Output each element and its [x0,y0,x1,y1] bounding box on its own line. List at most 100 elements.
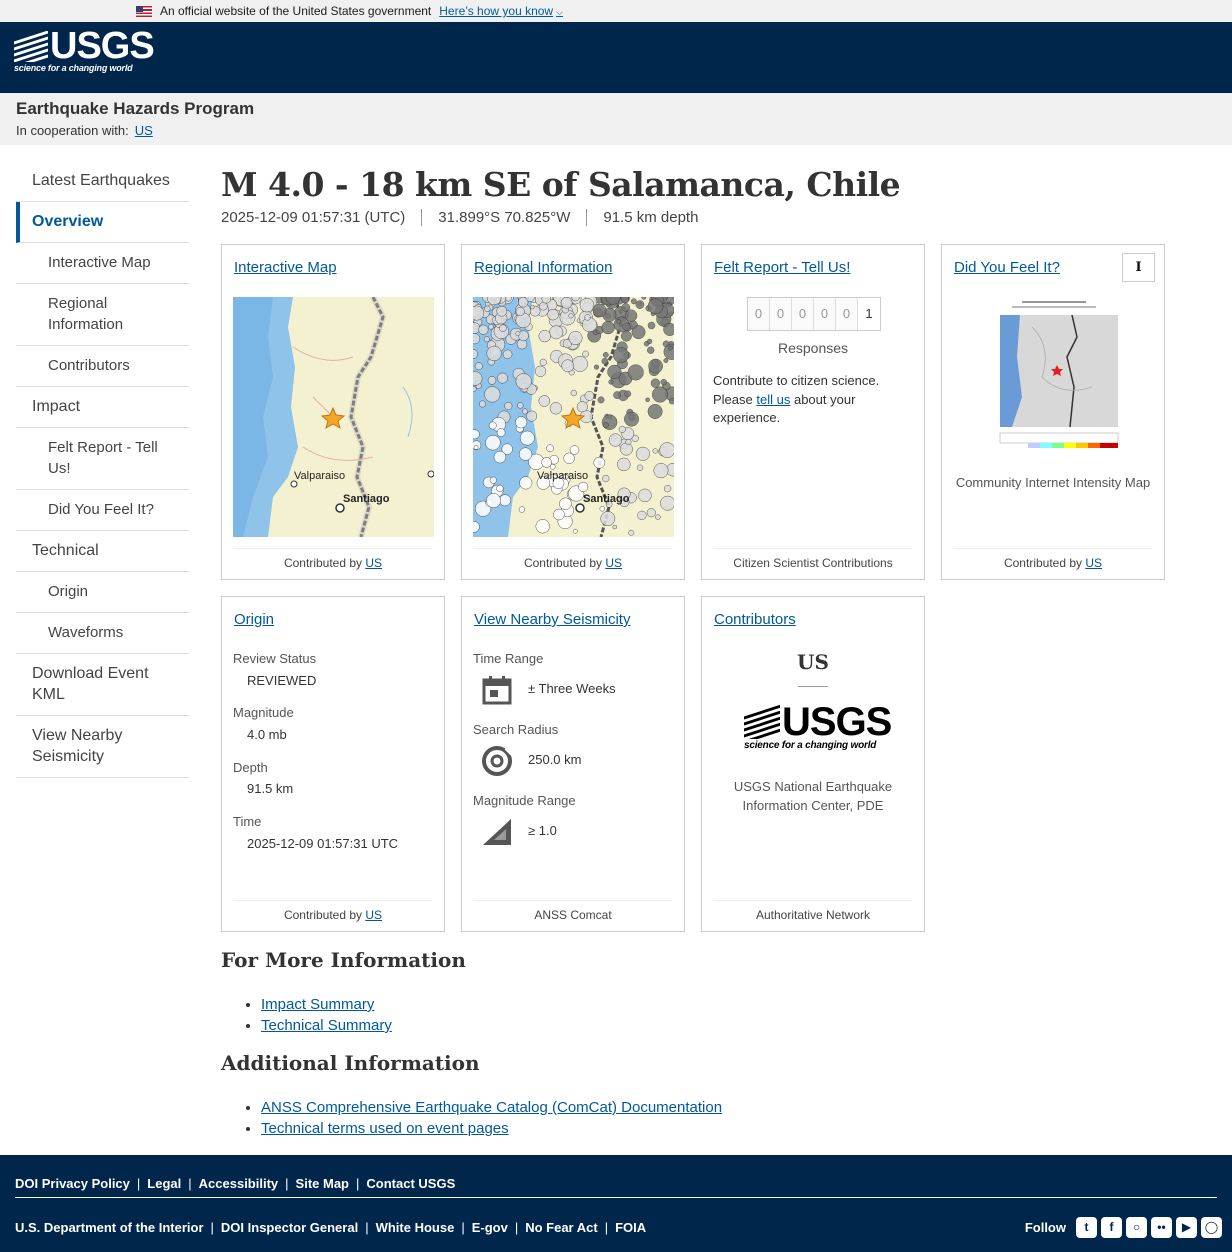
contributor-name: USGS National Earthquake Information Cen… [733,779,893,813]
footer-link-legal[interactable]: Legal [147,1176,181,1191]
footer-link-no-fear-act[interactable]: No Fear Act [525,1220,597,1235]
contributed-by-us-link[interactable]: US [365,556,382,570]
card-interactive-map[interactable]: Interactive Map Valparaiso Santiago Cont… [221,244,445,580]
magnitude-range-value: ≥ 1.0 [528,823,557,838]
seismicity-marker [608,379,614,385]
card-regional-information[interactable]: Regional Information Valparaiso Santiago… [461,244,685,580]
cooperation-line: In cooperation with: US [16,123,153,138]
seismicity-marker [521,408,528,415]
card-contributors[interactable]: Contributors US USGS science for a chang… [701,596,925,932]
nav-did-you-feel-it[interactable]: Did You Feel It? [16,490,189,531]
depth-label: Depth [233,760,268,775]
regional-label-valparaiso: Valparaiso [537,470,588,482]
magnitude-value: 4.0 mb [247,727,287,742]
seismicity-marker [617,457,631,472]
gov-banner-text: An official website of the United States… [160,4,432,18]
card-interactive-map-title[interactable]: Interactive Map [234,259,337,276]
intensity-map-thumbnail[interactable] [982,297,1125,459]
nav-origin[interactable]: Origin [16,572,189,613]
card-regional-title[interactable]: Regional Information [474,259,612,276]
twitter-icon[interactable]: t [1076,1217,1097,1238]
footer-link-site-map[interactable]: Site Map [296,1176,349,1191]
nav-latest-earthquakes[interactable]: Latest Earthquakes [16,161,189,202]
interactive-map-thumbnail[interactable]: Valparaiso Santiago [233,297,434,537]
contributed-by-us-link[interactable]: US [1085,556,1102,570]
cooperation-us-link[interactable]: US [135,123,153,138]
card-origin[interactable]: Origin Review Status REVIEWED Magnitude … [221,596,445,932]
nav-regional-information[interactable]: Regional Information [16,284,189,346]
footer-link-accessibility[interactable]: Accessibility [199,1176,279,1191]
seismicity-marker [599,505,606,512]
cooperation-label: In cooperation with: [16,123,129,138]
seismicity-marker [667,345,673,351]
usgs-wave-icon [14,31,48,62]
nav-impact[interactable]: Impact [16,387,189,428]
seismicity-marker [484,386,501,403]
comcat-docs-link[interactable]: ANSS Comprehensive Earthquake Catalog (C… [261,1099,722,1116]
seismicity-marker [663,358,669,363]
card-contributors-footer: Authoritative Network [714,900,912,922]
program-title[interactable]: Earthquake Hazards Program [16,99,254,119]
nav-view-nearby-seismicity[interactable]: View Nearby Seismicity [16,716,189,778]
dyfi-info-button[interactable]: I [1122,253,1155,282]
seismicity-marker [568,330,583,346]
nav-waveforms[interactable]: Waveforms [16,613,189,654]
seismicity-marker [620,330,632,342]
instagram-icon[interactable]: ◯ [1201,1217,1222,1238]
seismicity-marker [549,325,564,340]
regional-map-thumbnail[interactable]: Valparaiso Santiago [473,297,674,537]
seismicity-marker [624,309,638,322]
nav-download-kml[interactable]: Download Event KML [16,654,189,716]
nav-felt-report[interactable]: Felt Report - Tell Us! [16,428,189,490]
footer-link-doi[interactable]: U.S. Department of the Interior [15,1220,204,1235]
heres-how-you-know-link[interactable]: Here’s how you know ⌵ [439,4,563,18]
card-dyfi-title[interactable]: Did You Feel It? [954,259,1060,276]
seismicity-marker [613,391,621,399]
footer-link-white-house[interactable]: White House [376,1220,455,1235]
footer-link-privacy[interactable]: DOI Privacy Policy [15,1176,130,1191]
event-meta: 2025-12-09 01:57:31 (UTC) 31.899°S 70.82… [221,209,1181,226]
youtube-icon[interactable]: ▶ [1176,1217,1197,1238]
footer-link-contact[interactable]: Contact USGS [366,1176,455,1191]
magnitude-range-label: Magnitude Range [473,793,576,808]
nav-contributors[interactable]: Contributors [16,346,189,387]
flickr-icon[interactable]: •• [1151,1217,1172,1238]
nav-interactive-map[interactable]: Interactive Map [16,243,189,284]
seismicity-marker [474,362,483,371]
nav-technical[interactable]: Technical [16,531,189,572]
card-contributors-title[interactable]: Contributors [714,611,796,628]
seismicity-marker [484,305,491,312]
card-felt-report-title[interactable]: Felt Report - Tell Us! [714,259,850,276]
nav-overview[interactable]: Overview [16,202,189,243]
seismicity-marker [515,331,521,336]
card-origin-title[interactable]: Origin [234,611,274,628]
tell-us-link[interactable]: tell us [756,392,790,407]
card-did-you-feel-it[interactable]: Did You Feel It? I Community Internet In… [941,244,1165,580]
seismicity-marker [553,508,565,521]
technical-terms-link[interactable]: Technical terms used on event pages [261,1120,509,1137]
facebook-icon[interactable]: f [1101,1217,1122,1238]
contributor-usgs-logo: USGS science for a changing world [744,702,892,751]
contributed-by-us-link[interactable]: US [365,908,382,922]
card-felt-report[interactable]: Felt Report - Tell Us! 0 0 0 0 0 1 Respo… [701,244,925,580]
seismicity-marker [608,433,623,447]
seismicity-marker [515,373,532,390]
footer-links-row-1: DOI Privacy Policy | Legal | Accessibility… [15,1176,456,1191]
footer-link-foia[interactable]: FOIA [615,1220,646,1235]
card-dyfi-footer: Contributed by US [954,548,1152,570]
usgs-logo[interactable]: USGS science for a changing world [14,27,155,73]
seismicity-marker [504,401,513,411]
seismicity-marker [573,528,578,534]
footer-link-egov[interactable]: E-gov [472,1220,508,1235]
seismicity-marker [518,447,533,461]
impact-summary-link[interactable]: Impact Summary [261,996,374,1013]
list-item: ANSS Comprehensive Earthquake Catalog (C… [261,1097,722,1118]
technical-summary-link[interactable]: Technical Summary [261,1017,392,1034]
github-icon[interactable]: ○ [1126,1217,1147,1238]
card-nearby-seismicity[interactable]: View Nearby Seismicity Time Range ± Thre… [461,596,685,932]
seismicity-marker [625,438,632,446]
card-seismicity-title[interactable]: View Nearby Seismicity [474,611,630,628]
logo-tagline: science for a changing world [14,63,133,73]
contributed-by-us-link[interactable]: US [605,556,622,570]
footer-link-inspector-general[interactable]: DOI Inspector General [221,1220,358,1235]
